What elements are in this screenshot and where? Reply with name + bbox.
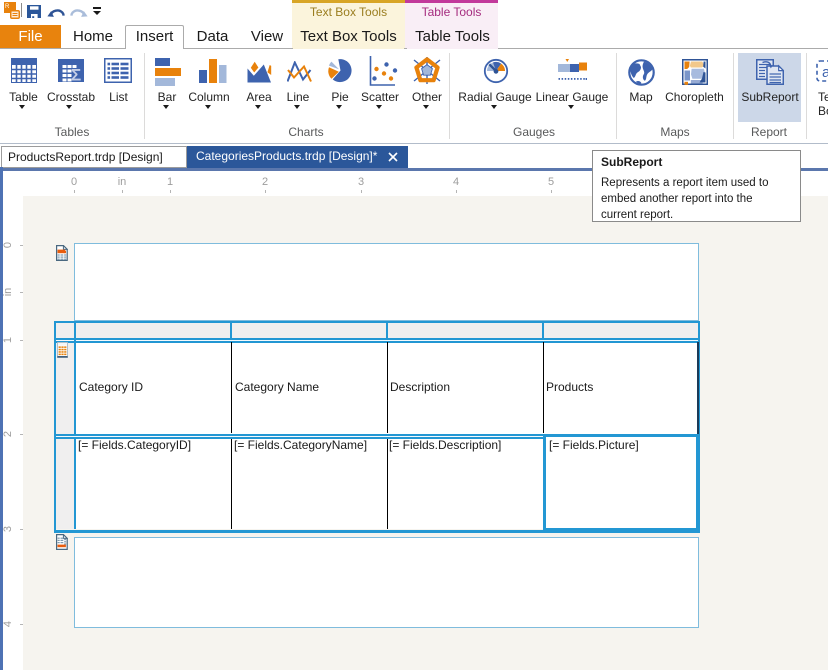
- svg-text:a: a: [822, 64, 828, 81]
- svg-text:Σ: Σ: [71, 66, 81, 83]
- svg-text:R: R: [5, 4, 10, 10]
